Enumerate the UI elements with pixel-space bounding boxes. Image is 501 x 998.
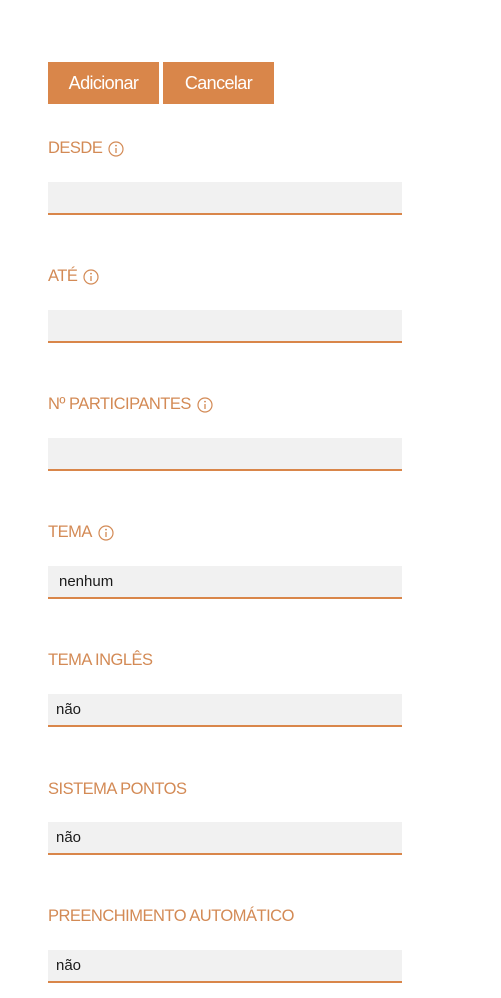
cancel-button[interactable]: Cancelar	[163, 62, 274, 104]
tema-ingles-label: TEMA INGLÊS	[48, 651, 153, 670]
sistema-pontos-label-text: SISTEMA PONTOS	[48, 780, 187, 798]
ate-input[interactable]	[56, 310, 402, 341]
participantes-label: Nº PARTICIPANTES	[48, 395, 213, 414]
tema-label: TEMA	[48, 523, 114, 542]
info-icon[interactable]	[98, 524, 114, 541]
preenchimento-value: não	[56, 957, 82, 974]
tema-ingles-value: não	[56, 701, 82, 718]
preenchimento-select[interactable]: não	[48, 950, 402, 983]
preenchimento-label: PREENCHIMENTO AUTOMÁTICO	[48, 907, 294, 926]
info-icon[interactable]	[197, 396, 213, 413]
info-icon[interactable]	[83, 268, 99, 285]
desde-field[interactable]	[48, 182, 402, 215]
tema-ingles-select[interactable]: não	[48, 694, 402, 727]
participantes-field[interactable]	[48, 438, 402, 471]
ate-label-text: ATÉ	[48, 267, 78, 285]
desde-input[interactable]	[56, 182, 402, 213]
sistema-pontos-value: não	[56, 829, 82, 846]
info-icon[interactable]	[108, 140, 124, 157]
desde-label-text: DESDE	[48, 139, 103, 157]
participantes-label-text: Nº PARTICIPANTES	[48, 395, 191, 413]
sistema-pontos-select[interactable]: não	[48, 822, 402, 855]
tema-ingles-label-text: TEMA INGLÊS	[48, 651, 153, 669]
add-button[interactable]: Adicionar	[48, 62, 159, 104]
desde-label: DESDE	[48, 139, 124, 158]
participantes-input[interactable]	[56, 438, 402, 469]
tema-value: nenhum	[59, 573, 114, 590]
ate-label: ATÉ	[48, 267, 99, 286]
tema-label-text: TEMA	[48, 523, 92, 541]
preenchimento-label-text: PREENCHIMENTO AUTOMÁTICO	[48, 907, 294, 925]
ate-field[interactable]	[48, 310, 402, 343]
tema-select[interactable]: nenhum	[48, 566, 402, 599]
sistema-pontos-label: SISTEMA PONTOS	[48, 780, 187, 799]
